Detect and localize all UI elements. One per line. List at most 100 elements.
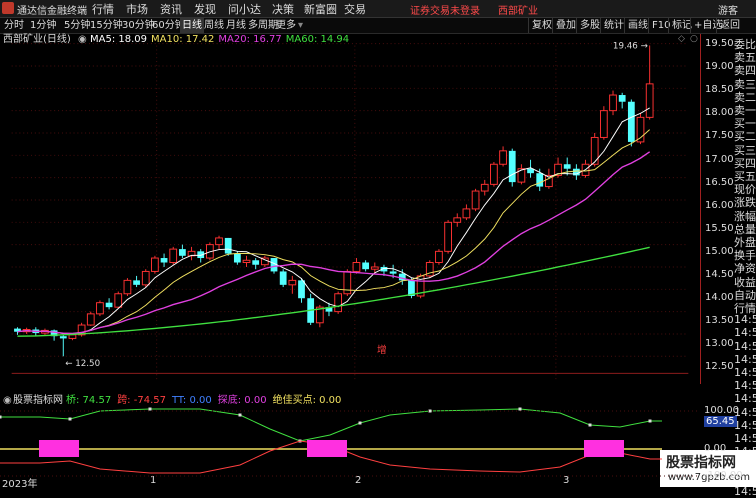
- side-label: 14:5: [734, 352, 756, 366]
- indicator-value: TT: 0.00: [171, 395, 212, 406]
- diamond-icon[interactable]: ◇: [678, 34, 685, 44]
- candle-body: [179, 249, 186, 256]
- tool-adjust[interactable]: 复权: [528, 18, 555, 33]
- bridge-dot: [148, 407, 152, 411]
- candle-body: [508, 150, 516, 183]
- tool-multi[interactable]: 多股: [576, 18, 603, 33]
- candle-body: [590, 136, 599, 165]
- period-tab[interactable]: 分时: [4, 18, 24, 33]
- tool-draw[interactable]: 画线: [624, 18, 651, 33]
- indicator-chart[interactable]: [0, 407, 700, 487]
- ma60-line: [17, 246, 650, 337]
- period-tab[interactable]: 多周期: [248, 18, 278, 33]
- candle-body: [224, 237, 232, 254]
- menu-market[interactable]: 市场: [126, 1, 148, 17]
- period-tab[interactable]: 周线: [204, 18, 224, 33]
- price-tick: 16.00: [705, 199, 734, 211]
- period-tab[interactable]: 1分钟: [30, 18, 56, 33]
- candle-body: [123, 279, 132, 295]
- side-label: 14:5: [734, 432, 756, 445]
- bridge-line: [0, 408, 662, 442]
- menu-wealth[interactable]: 新富圈: [304, 1, 337, 17]
- candle-body: [618, 95, 626, 102]
- price-tick: 16.50: [705, 176, 734, 188]
- app-logo-icon: [2, 2, 14, 14]
- circle-icon[interactable]: ○: [690, 34, 698, 44]
- ma5-line: [17, 107, 650, 336]
- price-tick: 18.50: [705, 84, 734, 96]
- tool-overlay[interactable]: 叠加: [552, 18, 579, 33]
- high-price-label: 19.46 →: [613, 41, 648, 51]
- indicator-settings-icon[interactable]: ◉: [3, 395, 12, 407]
- menu-ask[interactable]: 问小达: [228, 1, 261, 17]
- price-axis: 19.50 19.00 18.50 18.00 17.50 17.00 16.50 16.00…: [700, 34, 735, 384]
- period-tab[interactable]: 30分钟: [122, 18, 155, 33]
- price-tick: 14.00: [705, 292, 734, 304]
- side-label: 14:5: [734, 326, 756, 340]
- candle-body: [462, 208, 471, 219]
- price-tick: 15.00: [705, 245, 734, 257]
- price-tick: 19.00: [705, 61, 734, 73]
- bottom-signal-bar: [584, 440, 624, 457]
- indicator-tick: 65.45: [704, 416, 737, 427]
- menu-quotes[interactable]: 行情: [92, 1, 114, 17]
- bridge-dot: [588, 423, 592, 427]
- period-tab[interactable]: 15分钟: [90, 18, 123, 33]
- candle-body: [609, 94, 617, 112]
- candle-body: [435, 250, 443, 263]
- menu-trade[interactable]: 交易: [344, 1, 366, 17]
- menu-decision[interactable]: 决策: [272, 1, 294, 17]
- bridge-dot: [0, 415, 2, 419]
- candle-body: [233, 253, 241, 263]
- candle-body: [86, 313, 95, 326]
- increase-marker: 增: [377, 344, 387, 356]
- indicator-values: 桥: 74.57 跨: -74.57 TT: 0.00 探底: 0.00 绝佳买点: 0…: [66, 395, 347, 407]
- candle-body: [288, 279, 297, 286]
- candle-body: [96, 302, 104, 315]
- period-tab[interactable]: 月线: [226, 18, 246, 33]
- bridge-dot: [648, 419, 652, 423]
- indicator-tick: 0.00: [704, 443, 727, 454]
- candle-body: [627, 101, 635, 142]
- bottom-signal-bar: [307, 440, 347, 457]
- tool-stats[interactable]: 统计: [600, 18, 627, 33]
- period-tab-more[interactable]: 更多: [276, 18, 296, 33]
- tool-back[interactable]: 返回: [716, 18, 743, 33]
- price-tick: 18.00: [705, 107, 734, 119]
- price-tick: 17.50: [705, 130, 734, 142]
- indicator-name: 股票指标网: [13, 395, 63, 406]
- period-tab[interactable]: 5分钟: [64, 18, 90, 33]
- period-toolbar: 分时 1分钟 5分钟 15分钟 30分钟 60分钟 日线 周线 月线 多周期 更…: [0, 18, 756, 34]
- price-tick: 17.00: [705, 153, 734, 165]
- menu-news[interactable]: 资讯: [160, 1, 182, 17]
- candle-body: [389, 271, 397, 274]
- indicator-value: 探底: 0.00: [217, 395, 267, 406]
- candle-body: [599, 110, 608, 138]
- period-tab-daily[interactable]: 日线: [180, 18, 204, 33]
- chevron-down-icon[interactable]: ▾: [298, 18, 303, 33]
- candle-body: [444, 221, 452, 252]
- side-label: 14:5: [734, 366, 756, 379]
- side-label: 14:5: [734, 339, 756, 353]
- candle-body: [160, 258, 168, 263]
- guest-label[interactable]: 游客: [718, 2, 738, 17]
- header-stock-name: 西部矿业: [498, 6, 538, 17]
- price-tick: 14.50: [705, 269, 734, 280]
- candle-body: [499, 150, 507, 165]
- candle-body: [59, 336, 67, 339]
- indicator-value: 桥: 74.57: [66, 395, 112, 406]
- price-tick: 15.50: [705, 222, 734, 234]
- indicator-value: 绝佳买点: 0.00: [272, 395, 342, 406]
- candle-body: [215, 237, 223, 246]
- candle-body: [169, 248, 178, 263]
- login-status[interactable]: 证券交易未登录: [410, 2, 480, 17]
- menu-discover[interactable]: 发现: [194, 1, 216, 17]
- candle-body: [362, 262, 370, 270]
- side-label: 14:5: [734, 313, 756, 327]
- candle-body: [563, 164, 571, 169]
- bridge-dot: [238, 413, 242, 417]
- price-tick: 19.50: [705, 38, 734, 49]
- candlestick-chart[interactable]: 19.46 → ← 12.50 增: [0, 34, 700, 382]
- candle-body: [133, 280, 140, 285]
- candle-body: [453, 217, 462, 223]
